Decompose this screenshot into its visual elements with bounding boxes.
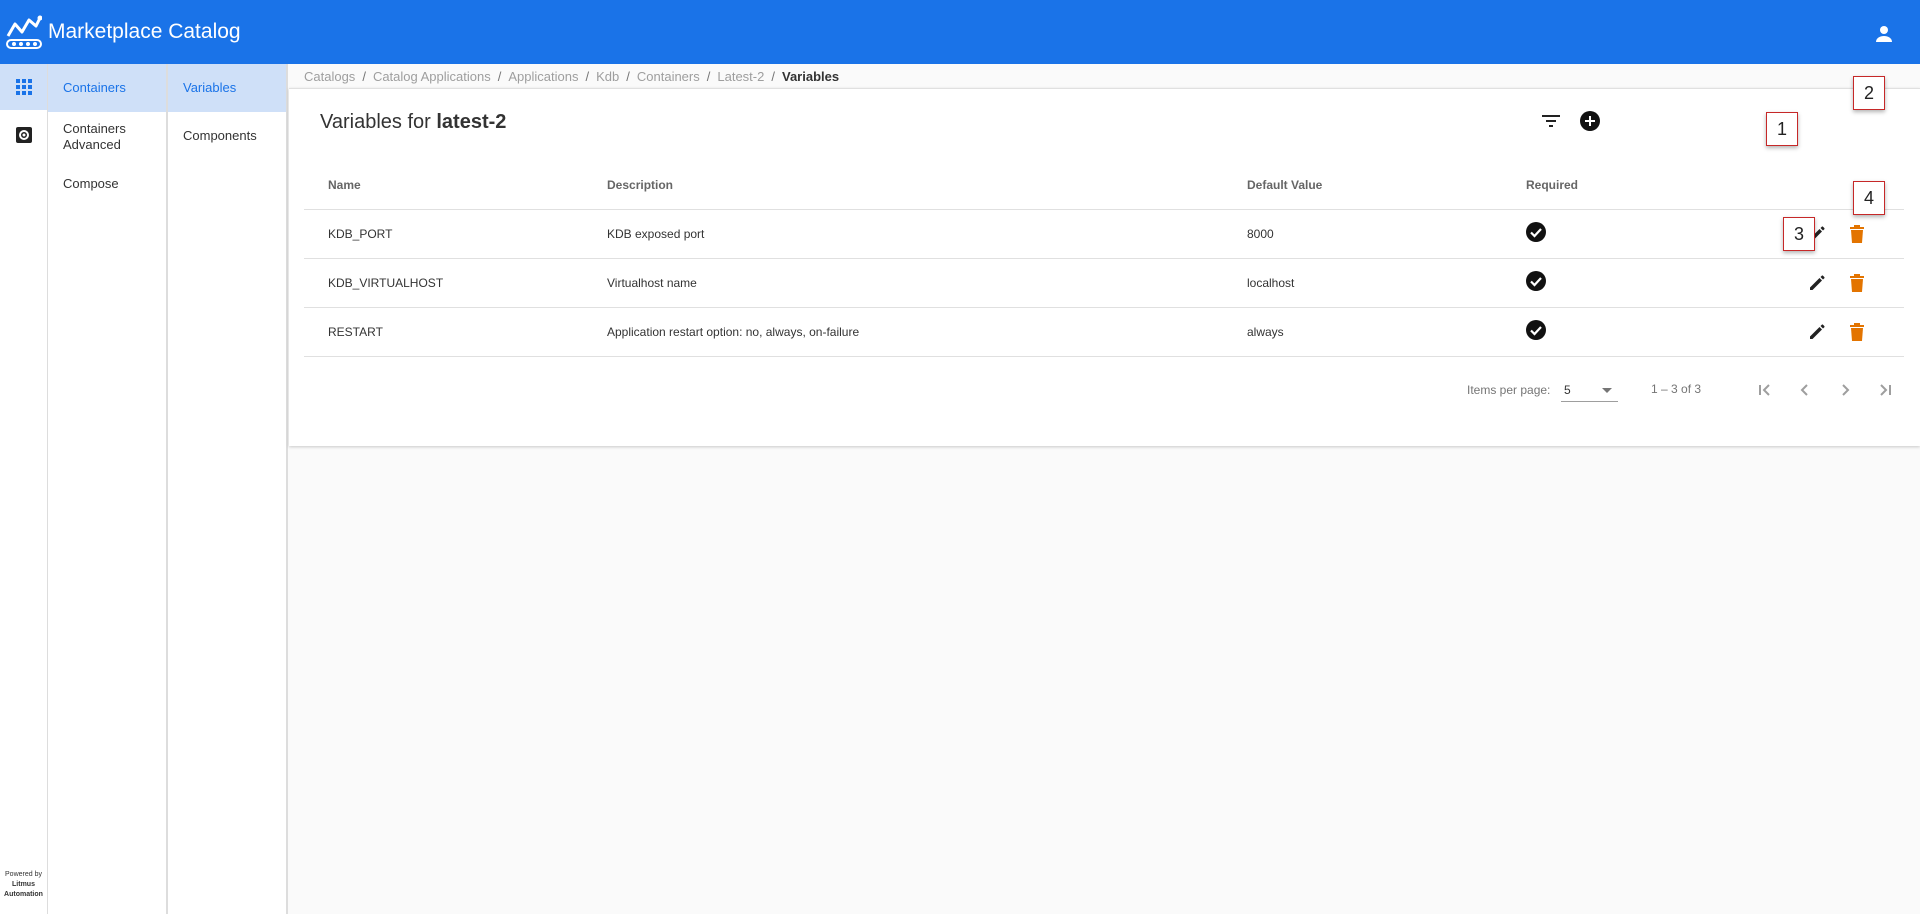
table-bottom-border [304, 356, 1904, 357]
column-header-required[interactable]: Required [1526, 161, 1578, 209]
last-page-button[interactable] [1869, 374, 1901, 406]
brand-line-1: Litmus [12, 881, 35, 888]
account-icon[interactable] [1872, 22, 1896, 46]
edit-button[interactable] [1801, 316, 1833, 348]
nav-item-compose[interactable]: Compose [48, 160, 166, 208]
chevron-right-icon [1842, 384, 1850, 396]
next-page-button[interactable] [1829, 374, 1861, 406]
apps-grid-icon [15, 79, 32, 95]
brand-line-2: Automation [4, 891, 43, 898]
delete-button[interactable] [1841, 267, 1873, 299]
edit-button[interactable] [1801, 267, 1833, 299]
nav-item-containers-advanced[interactable]: Containers Advanced [48, 112, 166, 160]
breadcrumb-separator: / [362, 69, 366, 84]
table-row: RESTART Application restart option: no, … [304, 307, 1904, 356]
add-circle-icon [1580, 111, 1600, 131]
add-variable-button[interactable] [1574, 105, 1606, 137]
nav-item-label: Containers [63, 80, 126, 95]
rail-item-apps[interactable] [0, 64, 47, 110]
page-size-value: 5 [1564, 383, 1571, 397]
breadcrumb-separator: / [497, 69, 502, 84]
cell-default-value: localhost [1247, 276, 1295, 290]
cell-default-value: 8000 [1247, 227, 1274, 241]
items-per-page-label: Items per page: [1467, 383, 1551, 397]
first-page-button[interactable] [1749, 374, 1781, 406]
page-title-prefix: Variables for [320, 111, 431, 133]
last-page-icon [1880, 384, 1891, 396]
cell-description: Virtualhost name [607, 276, 697, 290]
column-header-description[interactable]: Description [607, 161, 673, 209]
trash-icon [1850, 323, 1864, 341]
cell-name: KDB_PORT [328, 227, 393, 241]
table-row: KDB_PORT KDB exposed port 8000 [304, 209, 1904, 258]
app-logo-icon [6, 15, 42, 49]
delete-button[interactable] [1841, 316, 1873, 348]
check-circle-icon [1526, 271, 1546, 291]
breadcrumb-item[interactable]: Kdb [596, 69, 619, 84]
cell-description: KDB exposed port [607, 227, 705, 241]
pencil-icon [1810, 324, 1825, 339]
breadcrumb-item[interactable]: Latest-2 [717, 69, 764, 84]
breadcrumb-separator: / [585, 69, 590, 84]
pencil-icon [1810, 275, 1825, 290]
cell-name: KDB_VIRTUALHOST [328, 276, 444, 290]
cell-description: Application restart option: no, always, … [607, 325, 860, 339]
filter-icon [1542, 115, 1560, 127]
chevron-left-icon [1800, 384, 1808, 396]
nav-item-label: Variables [183, 80, 237, 95]
cell-name: RESTART [328, 325, 383, 339]
nav-item-label: Components [183, 128, 257, 143]
column-header-default-value[interactable]: Default Value [1247, 161, 1322, 209]
powered-by-label: Powered by [5, 871, 42, 878]
page-range-label: 1 – 3 of 3 [1651, 382, 1702, 396]
breadcrumb-separator: / [706, 69, 711, 84]
nav-column-primary: Containers Containers Advanced Compose [48, 64, 168, 914]
breadcrumb-item[interactable]: Containers [637, 69, 700, 84]
breadcrumb-item[interactable]: Applications [508, 69, 578, 84]
dropdown-arrow-icon [1602, 388, 1612, 393]
page-title: Variables for latest-2 [320, 111, 506, 134]
nav-item-containers[interactable]: Containers [48, 64, 166, 112]
trash-icon [1850, 225, 1864, 243]
delete-button[interactable] [1841, 218, 1873, 250]
nav-item-components[interactable]: Components [168, 112, 286, 160]
previous-page-button[interactable] [1789, 374, 1821, 406]
trash-icon [1850, 274, 1864, 292]
page-size-select[interactable]: 5 [1561, 378, 1618, 402]
nav-item-label: Compose [63, 176, 119, 191]
rail-item-settings[interactable] [0, 112, 47, 158]
breadcrumb-current: Variables [781, 69, 840, 84]
nav-column-secondary: Variables Components [168, 64, 288, 914]
callout-3: 3 [1783, 217, 1815, 251]
breadcrumb: Catalogs / Catalog Applications / Applicatio… [304, 69, 839, 84]
nav-item-label: Containers Advanced [63, 121, 126, 152]
settings-box-icon [15, 127, 32, 143]
callout-4: 4 [1853, 181, 1885, 215]
cell-default-value: always [1247, 325, 1284, 339]
filter-button[interactable] [1535, 105, 1567, 137]
powered-by: Powered by Litmus Automation [0, 870, 47, 900]
top-app-bar: Marketplace Catalog [0, 0, 1920, 64]
app-title: Marketplace Catalog [48, 20, 241, 43]
variables-card: Variables for latest-2 Name Description … [289, 88, 1920, 446]
left-rail: Powered by Litmus Automation [0, 64, 48, 914]
table-row: KDB_VIRTUALHOST Virtualhost name localho… [304, 258, 1904, 307]
breadcrumb-item[interactable]: Catalog Applications [373, 69, 491, 84]
nav-item-variables[interactable]: Variables [168, 64, 286, 112]
breadcrumb-item[interactable]: Catalogs [304, 69, 355, 84]
first-page-icon [1759, 384, 1770, 396]
breadcrumb-separator: / [626, 69, 630, 84]
breadcrumb-separator: / [771, 69, 775, 84]
callout-2: 2 [1853, 76, 1885, 110]
column-header-name[interactable]: Name [328, 161, 361, 209]
check-circle-icon [1526, 222, 1546, 242]
paginator: Items per page: 5 1 – 3 of 3 [289, 374, 1920, 414]
check-circle-icon [1526, 320, 1546, 340]
page-title-name: latest-2 [436, 111, 507, 133]
callout-1: 1 [1766, 112, 1798, 146]
